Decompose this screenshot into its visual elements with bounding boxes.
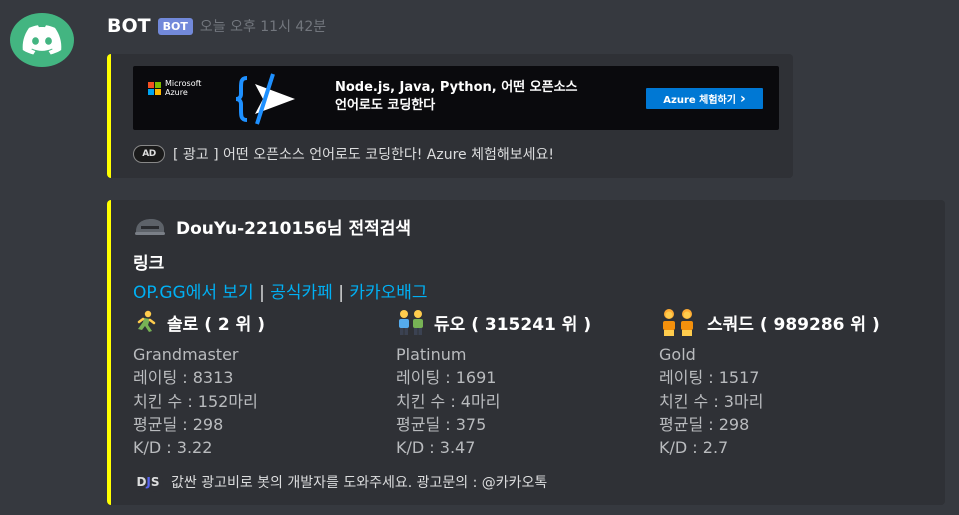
ad-headline-line-2: 언어로도 코딩한다: [335, 98, 436, 113]
link-separator: |: [332, 283, 350, 303]
stats-footer: DJS 값싼 광고비로 봇의 개발자를 도와주세요. 광고문의 : @카카오톡: [133, 472, 547, 492]
duo-rating: 레이팅 : 1691: [396, 368, 497, 388]
duo-title-text: 듀오 ( 315241 위 ): [434, 314, 592, 335]
microsoft-azure-logo: Microsoft Azure: [148, 79, 201, 97]
duo-stats-column: 듀오 ( 315241 위 ) Platinum 레이팅 : 1691 치킨 수…: [396, 310, 591, 459]
solo-runner-emoji-icon: [137, 310, 156, 332]
squad-kd: K/D : 2.7: [659, 438, 729, 458]
solo-title-text: 솔로 ( 2 위 ): [167, 314, 265, 335]
duo-kills: 치킨 수 : 4마리: [396, 391, 501, 411]
bot-tag-badge: BOT: [157, 17, 193, 35]
ad-footer: AD [ 광고 ] 어떤 오픈소스 언어로도 코딩한다! Azure 체험해보세…: [133, 144, 554, 164]
squad-rating: 레이팅 : 1517: [659, 368, 760, 388]
code-brace-arrow-icon: [235, 73, 295, 125]
message-header: BOT BOT 오늘 오후 11시 42분: [107, 15, 326, 37]
azure-trial-button[interactable]: Azure 체험하기 ›: [646, 88, 763, 109]
ad-headline-line-1: Node.js, Java, Python, 어떤 오픈소스: [335, 80, 578, 95]
duo-tier: Platinum: [396, 345, 467, 364]
bot-avatar[interactable]: [10, 13, 74, 67]
solo-kd: K/D : 3.22: [133, 438, 213, 458]
ad-headline: Node.js, Java, Python, 어떤 오픈소스 언어로도 코딩한다: [335, 79, 635, 115]
djs-letter-s: S: [150, 475, 160, 489]
author-username[interactable]: BOT: [107, 15, 151, 37]
helmet-icon: [135, 218, 165, 235]
embed-author-name: DouYu-2210156님 전적검색: [176, 219, 412, 239]
links-field-title: 링크: [133, 254, 165, 274]
djs-logo-icon: DJS: [133, 472, 163, 492]
squad-kills: 치킨 수 : 3마리: [659, 391, 764, 411]
brand-line-1: Microsoft: [165, 79, 202, 88]
solo-rating: 레이팅 : 8313: [133, 368, 234, 388]
stats-embed: DouYu-2210156님 전적검색 링크 OP.GG에서 보기 | 공식카페…: [107, 200, 945, 505]
solo-tier: Grandmaster: [133, 345, 239, 364]
ad-embed: Microsoft Azure Node.js, Java, Python, 어…: [107, 54, 793, 178]
duo-people-emoji-icon: [399, 310, 423, 335]
squad-avg-damage: 평균딜 : 298: [659, 414, 750, 434]
links-row: OP.GG에서 보기 | 공식카페 | 카카오배그: [133, 278, 428, 303]
squad-title: 스쿼드 ( 989286 위 ): [659, 309, 880, 336]
discord-logo-icon: [22, 25, 62, 55]
solo-title: 솔로 ( 2 위 ): [133, 310, 265, 335]
squad-tier: Gold: [659, 345, 696, 364]
message-timestamp[interactable]: 오늘 오후 11시 42분: [200, 16, 326, 36]
solo-stats-column: 솔로 ( 2 위 ) Grandmaster 레이팅 : 8313 치킨 수 :…: [133, 310, 265, 459]
solo-kills: 치킨 수 : 152마리: [133, 391, 258, 411]
duo-title: 듀오 ( 315241 위 ): [396, 310, 592, 335]
squad-title-text: 스쿼드 ( 989286 위 ): [707, 314, 880, 335]
brand-line-2: Azure: [165, 88, 188, 97]
azure-trial-label: Azure 체험하기: [663, 95, 736, 106]
link-opgg[interactable]: OP.GG에서 보기: [133, 283, 254, 303]
djs-letter-d: D: [136, 475, 147, 489]
link-kakao-pubg[interactable]: 카카오배그: [349, 283, 427, 303]
ad-badge-icon: AD: [133, 145, 165, 163]
ad-banner-image[interactable]: Microsoft Azure Node.js, Java, Python, 어…: [133, 66, 779, 130]
squad-people-emoji-icon: [663, 309, 693, 336]
duo-avg-damage: 평균딜 : 375: [396, 414, 487, 434]
link-official-cafe[interactable]: 공식카페: [270, 283, 333, 303]
stats-footer-text: 값싼 광고비로 봇의 개발자를 도와주세요. 광고문의 : @카카오톡: [171, 475, 548, 491]
chevron-right-icon: ›: [739, 90, 746, 107]
link-separator: |: [253, 283, 271, 303]
ad-footer-text: [ 광고 ] 어떤 오픈소스 언어로도 코딩한다! Azure 체험해보세요!: [173, 147, 554, 163]
squad-stats-column: 스쿼드 ( 989286 위 ) Gold 레이팅 : 1517 치킨 수 : …: [659, 309, 880, 459]
duo-kd: K/D : 3.47: [396, 438, 476, 458]
solo-avg-damage: 평균딜 : 298: [133, 414, 224, 434]
microsoft-squares-icon: [148, 81, 161, 95]
embed-author: DouYu-2210156님 전적검색: [133, 214, 411, 239]
